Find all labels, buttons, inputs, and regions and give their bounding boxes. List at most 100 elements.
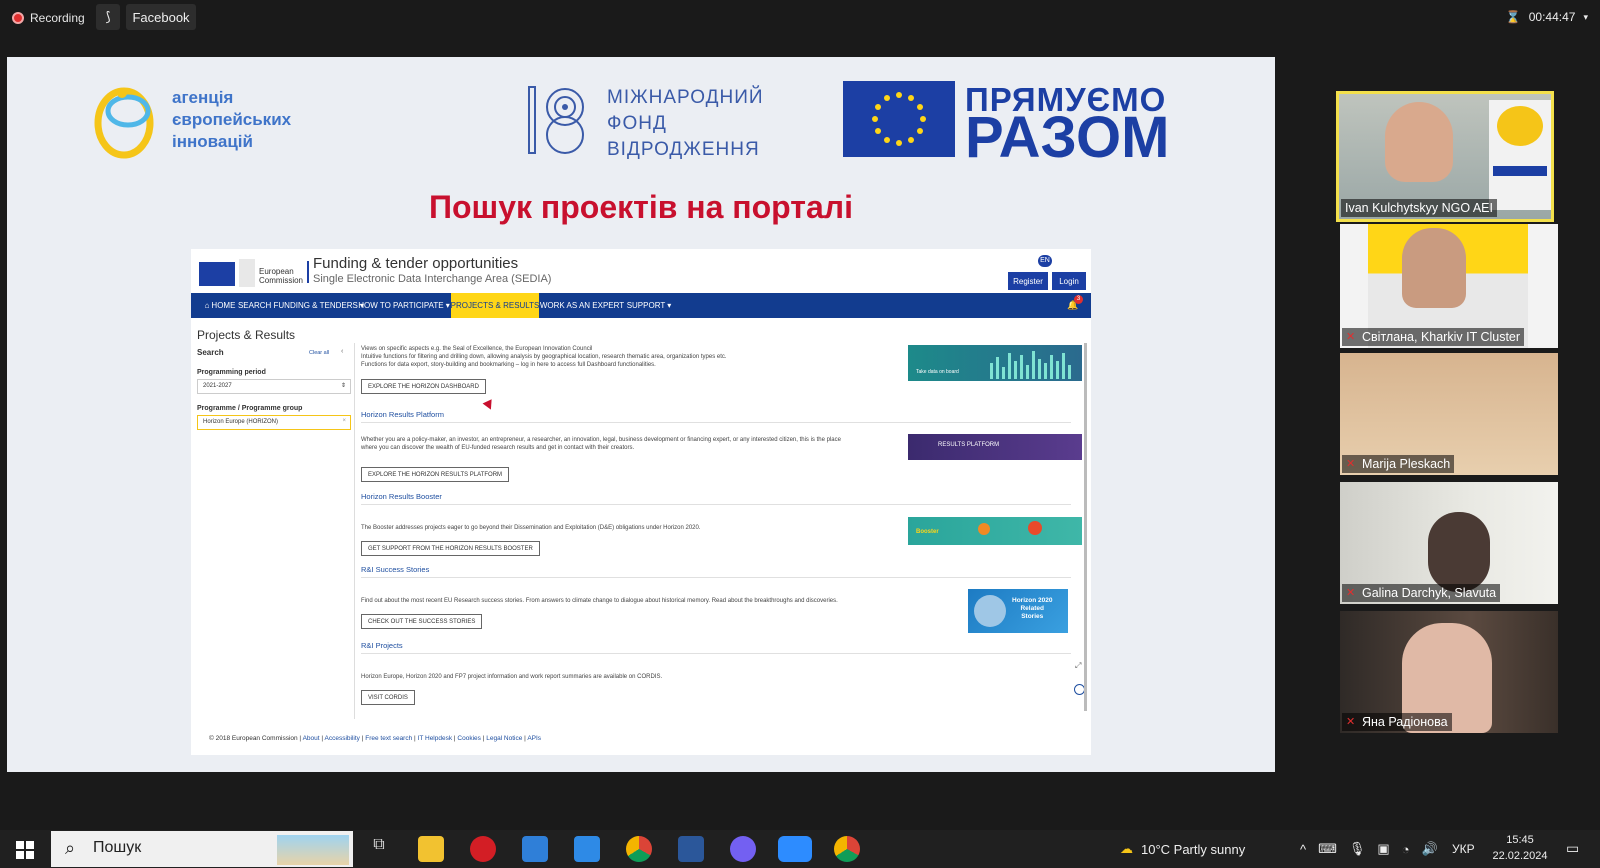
display-icon[interactable]: ▣ <box>1377 841 1389 857</box>
nav-work-as-expert[interactable]: WORK AS AN EXPERT <box>540 293 624 318</box>
european-commission-logo[interactable]: European Commission <box>199 257 307 287</box>
dashboard-text-line1: Views on specific aspects e.g. the Seal … <box>361 346 593 352</box>
clear-input-icon[interactable]: × <box>342 418 346 424</box>
zoom-icon[interactable] <box>778 836 812 862</box>
file-explorer-icon[interactable] <box>418 836 444 862</box>
nav-home-label: HOME <box>211 301 236 310</box>
footer-link-about[interactable]: About <box>303 735 320 742</box>
footer-link-accessibility[interactable]: Accessibility <box>325 735 360 742</box>
page-heading: Projects & Results <box>197 328 296 342</box>
chevron-up-icon[interactable]: ^ <box>1300 842 1306 857</box>
nav-how-to-participate[interactable]: HOW TO PARTICIPATE ▾ <box>358 293 450 318</box>
get-booster-support-button[interactable]: GET SUPPORT FROM THE HORIZON RESULTS BOO… <box>361 541 540 556</box>
chevron-down-icon[interactable]: ▾ <box>1583 12 1588 23</box>
clear-all-link[interactable]: Clear all <box>309 350 329 356</box>
dashboard-text-line3: Functions for data export, story-buildin… <box>361 362 656 368</box>
opera-icon[interactable] <box>470 836 496 862</box>
recording-indicator[interactable]: Recording <box>12 8 85 28</box>
eu-name-line2: Commission <box>259 276 304 285</box>
taskbar-clock[interactable]: 15:45 22.02.2024 <box>1490 832 1550 866</box>
meet-now-icon[interactable]: ⌨ <box>1318 841 1337 857</box>
mic-muted-icon: ✕ <box>1346 331 1356 343</box>
results-platform-text-line1: Whether you are a policy-maker, an inves… <box>361 437 841 443</box>
participant-tile[interactable]: ✕ Світлана, Kharkiv IT Cluster <box>1340 224 1558 348</box>
together-logo: ПРЯМУЄМО РАЗОМ <box>843 81 1173 167</box>
task-view-icon[interactable]: ⧉ <box>366 836 392 862</box>
register-button[interactable]: Register <box>1008 272 1048 290</box>
login-button[interactable]: Login <box>1052 272 1086 290</box>
programming-period-select[interactable]: 2021-2027 ⇕ <box>197 379 351 394</box>
results-platform-link[interactable]: Horizon Results Platform <box>361 410 444 419</box>
footer-link-it-helpdesk[interactable]: IT Helpdesk <box>418 735 453 742</box>
nav-search-funding[interactable]: SEARCH FUNDING & TENDERS ▾ <box>238 293 364 318</box>
explore-dashboard-button[interactable]: EXPLORE THE HORIZON DASHBOARD <box>361 379 486 394</box>
weather-widget[interactable]: ☁ 10°C Partly sunny <box>1120 830 1245 868</box>
collapse-sidebar-icon[interactable]: ‹ <box>341 348 343 355</box>
success-stories-thumbnail[interactable]: Horizon 2020 Related Stories <box>968 589 1068 633</box>
programme-group-label: Programme / Programme group <box>197 405 303 412</box>
participant-tile[interactable]: ✕ Яна Радіонова <box>1340 611 1558 733</box>
slide-title: Пошук проектів на порталі <box>429 189 853 225</box>
explore-results-platform-button[interactable]: EXPLORE THE HORIZON RESULTS PLATFORM <box>361 467 510 482</box>
participant-tile[interactable]: ✕ Galina Darchyk, Slavuta <box>1340 482 1558 604</box>
wifi-icon[interactable]: ◔ <box>1402 842 1410 857</box>
eu-flag-icon <box>843 81 955 157</box>
section-separator <box>361 653 1071 654</box>
windows-start-icon[interactable] <box>16 841 34 859</box>
participant-name-text: Ivan Kulchytskyy NGO AEI <box>1345 201 1493 215</box>
timer-value: 00:44:47 <box>1528 10 1576 24</box>
footer-link-apis[interactable]: APIs <box>527 735 541 742</box>
participant-tile[interactable]: ✕ Marija Pleskach <box>1340 353 1558 475</box>
expand-icon[interactable]: ⤢ <box>1075 661 1081 671</box>
participant-face <box>1402 228 1466 308</box>
taskbar-search[interactable]: ⌕ Пошук <box>51 831 353 867</box>
participant-name-text: Яна Радіонова <box>1362 715 1448 729</box>
booster-figure-graphic <box>978 523 990 535</box>
input-language[interactable]: УКР <box>1452 830 1475 868</box>
programme-group-input[interactable]: Horizon Europe (HORIZON) × <box>197 415 351 430</box>
success-stories-link[interactable]: R&I Success Stories <box>361 565 429 574</box>
booster-thumbnail[interactable]: Booster <box>908 517 1082 545</box>
results-platform-thumbnail[interactable]: RESULTS PLATFORM <box>908 434 1082 460</box>
select-arrow-icon: ⇕ <box>340 383 346 389</box>
fund-logo-line3: ВІДРОДЖЕННЯ <box>607 139 760 160</box>
chrome-profile-icon[interactable] <box>834 836 860 862</box>
results-platform-text: Whether you are a policy-maker, an inves… <box>361 436 891 452</box>
footer-link-cookies[interactable]: Cookies <box>457 735 480 742</box>
language-selector[interactable]: EN <box>1038 255 1052 267</box>
participant-tile-speaker[interactable]: Ivan Kulchytskyy NGO AEI <box>1336 91 1554 222</box>
mail-icon[interactable] <box>574 836 600 862</box>
dashboard-text: Views on specific aspects e.g. the Seal … <box>361 345 891 369</box>
sidebar-divider <box>354 343 355 719</box>
notifications-icon[interactable]: ▭ <box>1566 840 1584 858</box>
facebook-button[interactable]: Facebook <box>126 4 196 30</box>
check-success-stories-button[interactable]: CHECK OUT THE SUCCESS STORIES <box>361 614 483 629</box>
results-booster-link[interactable]: Horizon Results Booster <box>361 492 442 501</box>
portal-subtitle: Single Electronic Data Interchange Area … <box>313 273 552 285</box>
chrome-icon[interactable] <box>626 836 652 862</box>
rss-button[interactable]: ⟆ <box>96 4 120 30</box>
microsoft-store-icon[interactable] <box>522 836 548 862</box>
footer-link-free-text-search[interactable]: Free text search <box>365 735 412 742</box>
hourglass-icon: ⌛ <box>1505 10 1521 24</box>
microphone-icon[interactable]: 🎙 <box>1349 841 1366 857</box>
dashboard-thumbnail[interactable]: Take data on board <box>908 345 1082 381</box>
nav-home[interactable]: ⌂ HOME <box>201 293 239 318</box>
content-scrollbar[interactable] <box>1084 343 1087 711</box>
rss-icon: ⟆ <box>105 9 111 24</box>
word-icon[interactable] <box>678 836 704 862</box>
portal-header: European Commission Funding & tender opp… <box>191 249 1091 293</box>
volume-icon[interactable]: 🔊 <box>1422 841 1438 857</box>
horizon-europe-banner <box>1489 100 1551 210</box>
results-platform-thumbnail-caption: RESULTS PLATFORM <box>938 442 1000 448</box>
nav-projects-results[interactable]: PROJECTS & RESULTS <box>451 293 539 318</box>
footer-link-legal-notice[interactable]: Legal Notice <box>486 735 522 742</box>
portal-nav: ⌂ HOME SEARCH FUNDING & TENDERS ▾ HOW TO… <box>191 293 1091 318</box>
visit-cordis-button[interactable]: VISIT CORDIS <box>361 690 415 705</box>
ri-projects-link[interactable]: R&I Projects <box>361 641 403 650</box>
agency-logo-icon <box>94 87 154 159</box>
nav-support[interactable]: SUPPORT ▾ <box>625 293 673 318</box>
viber-icon[interactable] <box>730 836 756 862</box>
stories-thumbnail-line3: Stories <box>1021 613 1044 620</box>
footer-copyright: © 2018 European Commission <box>209 735 298 742</box>
